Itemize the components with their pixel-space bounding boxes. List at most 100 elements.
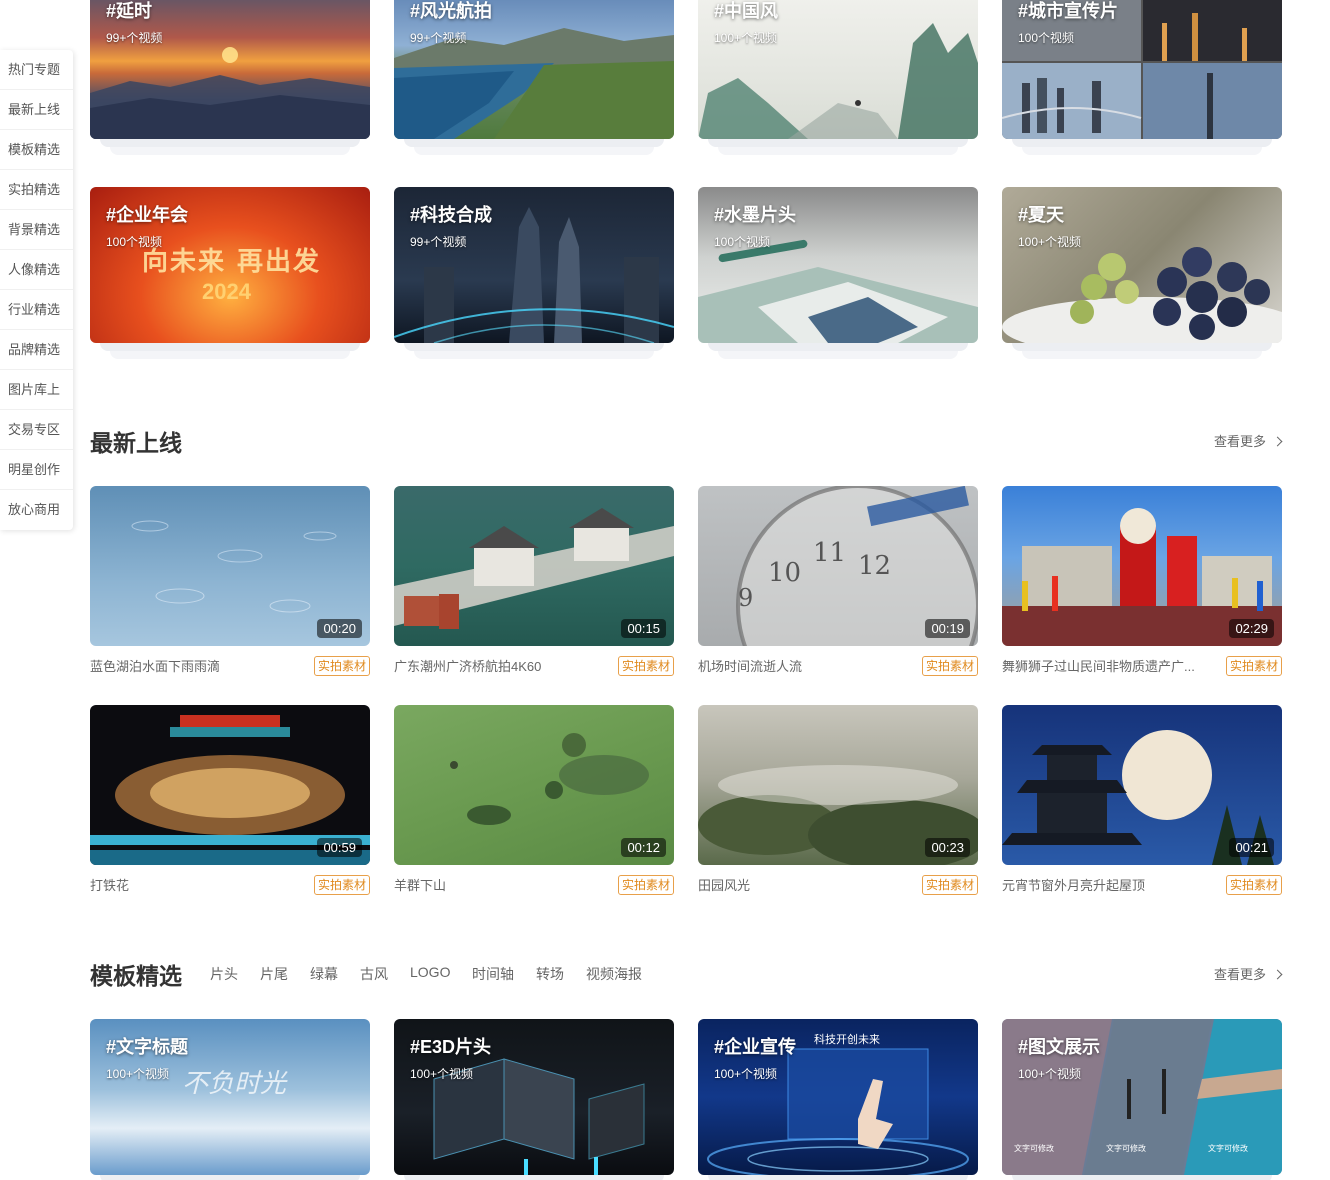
video-card[interactable]: 02:29 舞狮狮子过山民间非物质遗产广... 实拍素材 — [1002, 486, 1282, 676]
topic-title: #夏天 — [1018, 205, 1065, 225]
video-card[interactable]: 00:15 广东潮州广济桥航拍4K60 实拍素材 — [394, 486, 674, 676]
sidenav-item-backgrounds[interactable]: 背景精选 — [0, 210, 73, 250]
templates-view-more-link[interactable]: 查看更多 — [1214, 964, 1283, 983]
topic-title: #企业年会 — [106, 205, 189, 225]
topic-card[interactable]: #科技合成 99+个视频 — [394, 187, 674, 359]
video-title[interactable]: 蓝色湖泊水面下雨雨滴 — [90, 656, 300, 675]
template-title: #图文展示 — [1018, 1037, 1101, 1057]
topic-thumbnail[interactable]: #水墨片头 100个视频 — [698, 187, 978, 343]
video-tag-badge: 实拍素材 — [617, 875, 674, 895]
overlay-year: 2024 — [202, 279, 251, 304]
video-thumbnail[interactable]: 00:23 — [698, 705, 978, 865]
video-title[interactable]: 元宵节窗外月亮升起屋顶 — [1002, 875, 1212, 894]
video-thumbnail[interactable]: 00:15 — [394, 486, 674, 646]
video-tag-badge: 实拍素材 — [921, 875, 978, 895]
topic-count: 99+个视频 — [106, 31, 163, 45]
template-count: 100+个视频 — [1018, 1067, 1082, 1081]
svg-text:11: 11 — [813, 538, 846, 568]
video-thumbnail[interactable]: 00:20 — [90, 486, 370, 646]
video-tag-badge: 实拍素材 — [313, 656, 370, 676]
video-card[interactable]: 00:20 蓝色湖泊水面下雨雨滴 实拍素材 — [90, 486, 370, 676]
topic-thumbnail[interactable]: #中国风 100+个视频 — [698, 0, 978, 139]
template-card[interactable]: #E3D片头 100+个视频 — [394, 1019, 674, 1180]
video-card[interactable]: 10 11 12 9 00:19 机场时间流逝人流 实拍素材 — [698, 486, 978, 676]
chevron-right-icon — [1272, 436, 1283, 447]
sidenav-item-celebrity[interactable]: 明星创作 — [0, 450, 73, 490]
template-thumbnail[interactable]: 文字可修改 文字可修改 文字可修改 #图文展示 100+个视频 — [1002, 1019, 1282, 1175]
topic-card[interactable]: #延时 99+个视频 — [90, 0, 370, 155]
topic-card[interactable]: 向未来 再出发 2024 #企业年会 100个视频 — [90, 187, 370, 359]
sidenav-item-portraits[interactable]: 人像精选 — [0, 250, 73, 290]
topic-title: #水墨片头 — [714, 205, 797, 225]
topic-thumbnail[interactable]: #延时 99+个视频 — [90, 0, 370, 139]
video-thumbnail[interactable]: 10 11 12 9 00:19 — [698, 486, 978, 646]
tab-intro[interactable]: 片头 — [210, 964, 238, 984]
sidenav-item-templates[interactable]: 模板精选 — [0, 130, 73, 170]
sidenav-item-industry[interactable]: 行业精选 — [0, 290, 73, 330]
svg-text:10: 10 — [768, 558, 801, 588]
topic-thumbnail[interactable]: #城市宣传片 100个视频 — [1002, 0, 1282, 139]
topic-count: 100+个视频 — [1018, 235, 1082, 249]
tab-timeline[interactable]: 时间轴 — [472, 964, 514, 984]
video-card[interactable]: 00:59 打铁花 实拍素材 — [90, 705, 370, 895]
video-thumbnail[interactable]: 00:12 — [394, 705, 674, 865]
topic-card[interactable]: #风光航拍 99+个视频 — [394, 0, 674, 155]
video-tag-badge: 实拍素材 — [1225, 656, 1282, 676]
video-duration: 00:12 — [621, 838, 666, 857]
template-card[interactable]: 科技开创未来 #企业宣传 100+个视频 — [698, 1019, 978, 1180]
video-title[interactable]: 机场时间流逝人流 — [698, 656, 908, 675]
view-more-label: 查看更多 — [1214, 434, 1267, 449]
sidenav-item-image-library[interactable]: 图片库上 — [0, 370, 73, 410]
video-title[interactable]: 广东潮州广济桥航拍4K60 — [394, 656, 604, 675]
tab-green-screen[interactable]: 绿幕 — [310, 964, 338, 984]
video-thumbnail[interactable]: 00:59 — [90, 705, 370, 865]
photo-caption: 文字可修改 — [1208, 1144, 1248, 1153]
template-count: 100+个视频 — [410, 1067, 474, 1081]
overlay-text: 科技开创未来 — [814, 1033, 880, 1046]
sidenav-item-latest[interactable]: 最新上线 — [0, 90, 73, 130]
sidenav-item-footage[interactable]: 实拍精选 — [0, 170, 73, 210]
video-duration: 00:20 — [317, 619, 362, 638]
template-thumbnail[interactable]: 科技开创未来 #企业宣传 100+个视频 — [698, 1019, 978, 1175]
sidenav-item-hot-topics[interactable]: 热门专题 — [0, 50, 73, 90]
template-thumbnail[interactable]: 不负时光 #文字标题 100+个视频 — [90, 1019, 370, 1175]
video-title[interactable]: 田园风光 — [698, 875, 908, 894]
template-card[interactable]: 不负时光 #文字标题 100+个视频 — [90, 1019, 370, 1180]
template-thumbnail[interactable]: #E3D片头 100+个视频 — [394, 1019, 674, 1175]
topic-card[interactable]: #城市宣传片 100个视频 — [1002, 0, 1282, 155]
sidenav-item-trade[interactable]: 交易专区 — [0, 410, 73, 450]
topic-thumbnail[interactable]: #科技合成 99+个视频 — [394, 187, 674, 343]
topic-thumbnail[interactable]: #风光航拍 99+个视频 — [394, 0, 674, 139]
video-card[interactable]: 00:23 田园风光 实拍素材 — [698, 705, 978, 895]
video-card[interactable]: 00:12 羊群下山 实拍素材 — [394, 705, 674, 895]
sidenav-item-commercial[interactable]: 放心商用 — [0, 490, 73, 530]
video-thumbnail[interactable]: 02:29 — [1002, 486, 1282, 646]
topic-card[interactable]: #中国风 100+个视频 — [698, 0, 978, 155]
overlay-text: 不负时光 — [182, 1069, 287, 1099]
video-card[interactable]: 00:21 元宵节窗外月亮升起屋顶 实拍素材 — [1002, 705, 1282, 895]
topic-card[interactable]: #夏天 100+个视频 — [1002, 187, 1282, 359]
tab-ancient-style[interactable]: 古风 — [360, 964, 388, 984]
video-tag-badge: 实拍素材 — [921, 656, 978, 676]
overlay-slogan: 向未来 再出发 — [142, 247, 322, 277]
sidenav-item-brand[interactable]: 品牌精选 — [0, 330, 73, 370]
tab-outro[interactable]: 片尾 — [260, 964, 288, 984]
topic-thumbnail[interactable]: 向未来 再出发 2024 #企业年会 100个视频 — [90, 187, 370, 343]
video-thumbnail[interactable]: 00:21 — [1002, 705, 1282, 865]
template-card[interactable]: 文字可修改 文字可修改 文字可修改 #图文展示 100+个视频 — [1002, 1019, 1282, 1180]
svg-text:12: 12 — [858, 551, 891, 581]
topic-card[interactable]: #水墨片头 100个视频 — [698, 187, 978, 359]
video-duration: 00:23 — [925, 838, 970, 857]
video-title[interactable]: 舞狮狮子过山民间非物质遗产广... — [1002, 656, 1212, 675]
latest-view-more-link[interactable]: 查看更多 — [1214, 431, 1283, 450]
topic-title: #城市宣传片 — [1018, 1, 1119, 21]
tab-video-poster[interactable]: 视频海报 — [586, 964, 642, 984]
template-title: #企业宣传 — [714, 1037, 797, 1057]
video-title[interactable]: 羊群下山 — [394, 875, 604, 894]
video-duration: 00:59 — [317, 838, 362, 857]
tab-transition[interactable]: 转场 — [536, 964, 564, 984]
video-title[interactable]: 打铁花 — [90, 875, 300, 894]
section-title-latest: 最新上线 — [90, 430, 182, 456]
tab-logo[interactable]: LOGO — [410, 964, 450, 980]
topic-thumbnail[interactable]: #夏天 100+个视频 — [1002, 187, 1282, 343]
